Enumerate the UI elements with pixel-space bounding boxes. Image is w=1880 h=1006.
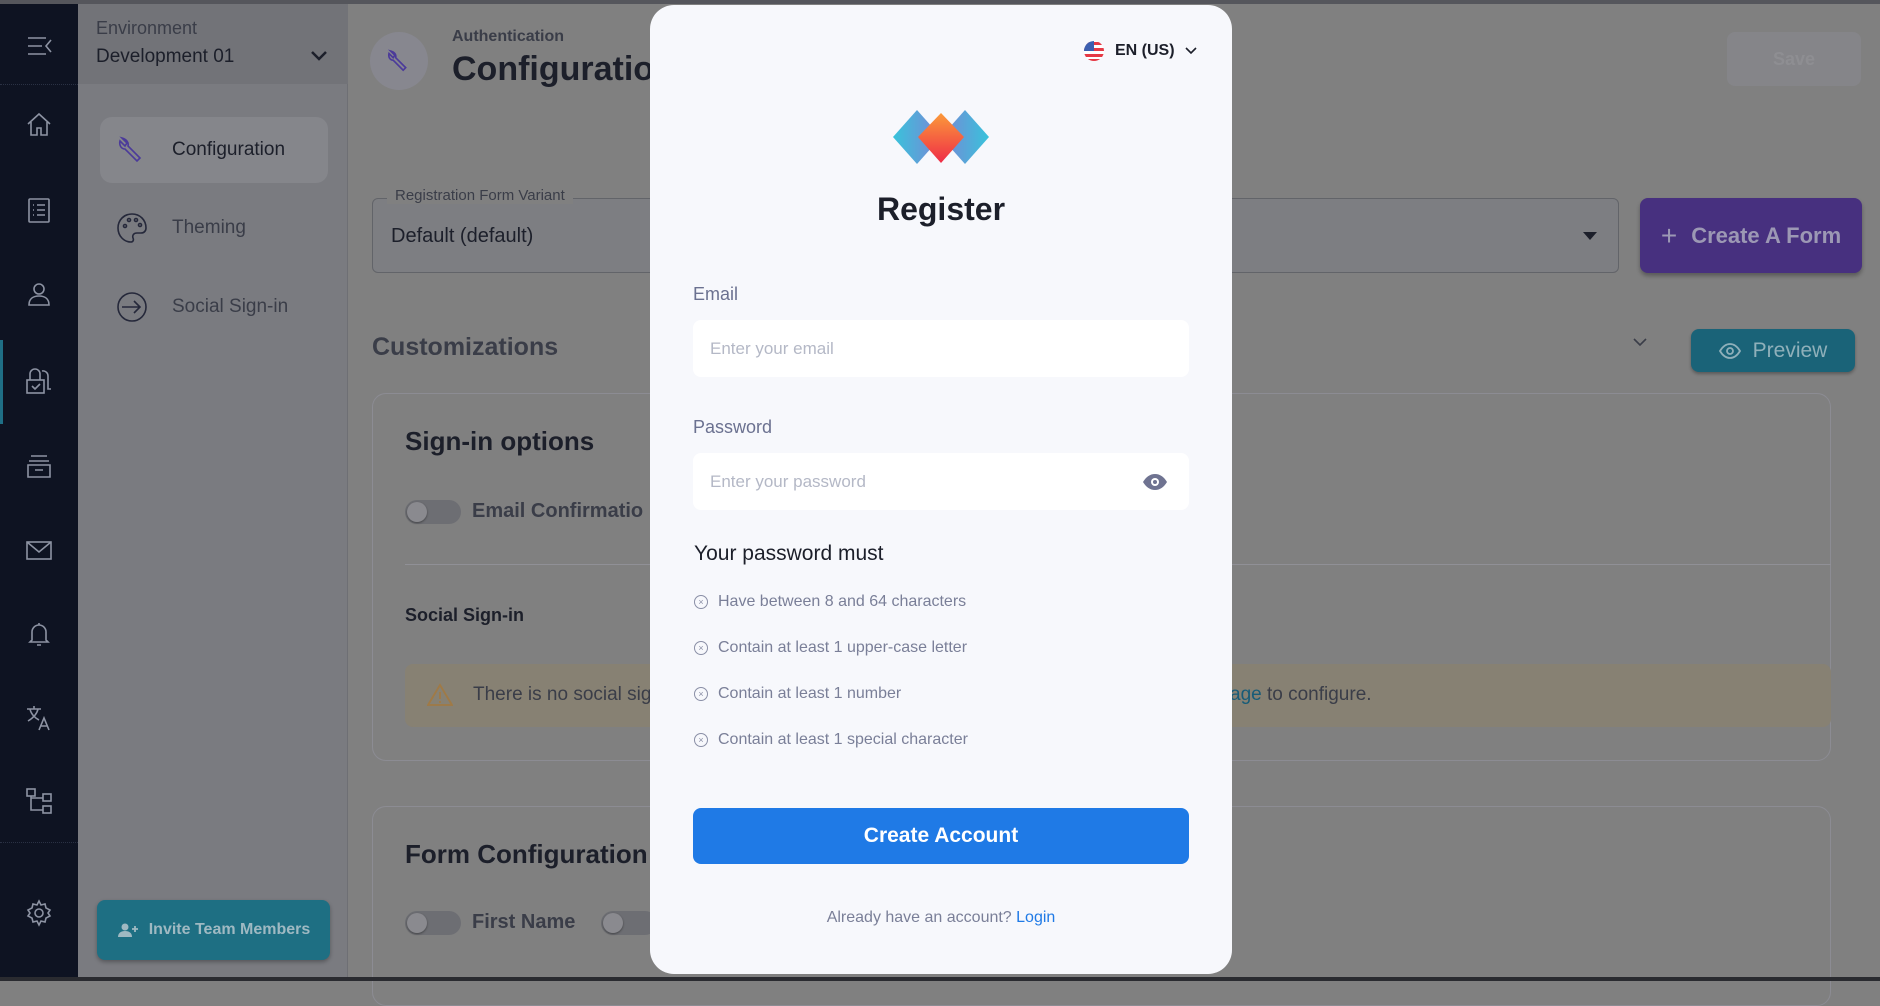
add-user-icon — [117, 923, 138, 937]
breadcrumb: Authentication — [452, 28, 564, 45]
preview-button[interactable]: Preview — [1691, 329, 1855, 372]
x-circle-icon: × — [694, 687, 708, 701]
password-label: Password — [693, 417, 773, 437]
language-label: EN (US) — [1115, 42, 1175, 59]
eye-icon[interactable] — [1142, 473, 1168, 491]
eye-icon — [1718, 342, 1741, 359]
plus-icon: + — [1660, 219, 1678, 251]
password-placeholder: Enter your password — [710, 471, 866, 491]
save-button[interactable]: Save — [1727, 32, 1861, 86]
mail-icon[interactable] — [19, 530, 59, 570]
email-confirmation-label: Email Confirmatio — [472, 500, 644, 522]
register-modal: EN (US) Register Email Enter your email … — [650, 5, 1232, 974]
warning-text-end: to configure. — [1261, 684, 1372, 705]
menu-collapse-icon[interactable] — [19, 26, 59, 66]
create-a-form-button[interactable]: + Create A Form — [1640, 198, 1862, 273]
gear-icon[interactable] — [19, 893, 59, 933]
invite-team-members-button[interactable]: Invite Team Members — [97, 900, 330, 960]
lock-check-icon[interactable] — [19, 361, 59, 401]
password-rule: × Contain at least 1 special character — [694, 731, 968, 749]
social-sign-in-title: Social Sign-in — [405, 605, 525, 625]
palette-icon — [117, 213, 147, 243]
x-circle-icon: × — [694, 733, 708, 747]
create-form-label: Create A Form — [1691, 222, 1842, 248]
icon-rail — [0, 4, 78, 977]
x-circle-icon: × — [694, 641, 708, 655]
language-selector[interactable]: EN (US) — [1083, 40, 1197, 62]
subnav-label: Theming — [172, 217, 246, 238]
social-sign-in-page-link[interactable]: age — [1230, 684, 1262, 705]
environment-label: Environment — [96, 18, 198, 38]
wrench-icon — [387, 49, 407, 72]
subnav-item-configuration[interactable]: Configuration — [100, 117, 328, 183]
first-name-toggle[interactable] — [405, 911, 461, 935]
sign-in-options-title: Sign-in options — [405, 426, 595, 456]
password-rule: × Have between 8 and 64 characters — [694, 593, 966, 611]
subnav-item-social-sign-in[interactable]: Social Sign-in — [100, 274, 328, 340]
environment-selector[interactable]: Environment Development 01 — [78, 4, 348, 84]
chevron-down-icon — [1184, 47, 1197, 55]
header-icon-circle — [370, 32, 428, 90]
list-icon[interactable] — [19, 190, 59, 230]
bell-icon[interactable] — [19, 614, 59, 654]
password-input[interactable]: Enter your password — [693, 453, 1189, 510]
brand-logo — [893, 110, 989, 164]
hierarchy-icon[interactable] — [19, 780, 59, 820]
password-rule: × Contain at least 1 number — [694, 685, 901, 703]
field-toggle[interactable] — [601, 911, 657, 935]
preview-label: Preview — [1752, 338, 1828, 362]
window-bottom-bar — [0, 977, 1880, 981]
customizations-title: Customizations — [372, 333, 559, 361]
email-placeholder: Enter your email — [710, 338, 834, 358]
select-value: Default (default) — [391, 225, 534, 247]
email-label: Email — [693, 284, 739, 304]
subnav-label: Configuration — [172, 139, 286, 160]
register-title: Register — [876, 191, 1006, 227]
subnav-item-theming[interactable]: Theming — [100, 195, 328, 261]
select-label: Registration Form Variant — [387, 187, 573, 204]
chevron-down-icon — [311, 51, 327, 61]
warning-text: There is no social sig — [473, 684, 652, 705]
warning-icon — [427, 683, 453, 706]
subnav-label: Social Sign-in — [172, 296, 289, 317]
login-link[interactable]: Login — [1016, 909, 1055, 926]
x-circle-icon: × — [694, 595, 708, 609]
translate-icon[interactable] — [19, 698, 59, 738]
first-name-label: First Name — [472, 911, 576, 933]
home-icon[interactable] — [19, 105, 59, 145]
password-rules-title: Your password must — [694, 542, 884, 565]
create-account-button[interactable]: Create Account — [693, 808, 1189, 864]
archive-icon[interactable] — [19, 446, 59, 486]
caret-down-icon — [1583, 232, 1597, 240]
sign-in-icon — [117, 292, 147, 322]
login-prompt: Already have an account? Login — [650, 909, 1232, 927]
page-title: Configuration — [452, 50, 675, 88]
user-icon[interactable] — [19, 274, 59, 314]
environment-value: Development 01 — [96, 46, 235, 67]
email-input[interactable]: Enter your email — [693, 320, 1189, 377]
wrench-icon — [118, 136, 142, 163]
email-confirmation-toggle[interactable] — [405, 500, 461, 524]
login-prompt-text: Already have an account? — [826, 909, 1012, 926]
active-indicator — [0, 340, 3, 424]
us-flag-icon — [1084, 41, 1104, 61]
password-rule: × Contain at least 1 upper-case letter — [694, 639, 967, 657]
chevron-down-icon[interactable] — [1633, 338, 1647, 347]
invite-label: Invite Team Members — [148, 921, 311, 938]
form-configuration-title: Form Configuration — [405, 839, 648, 869]
